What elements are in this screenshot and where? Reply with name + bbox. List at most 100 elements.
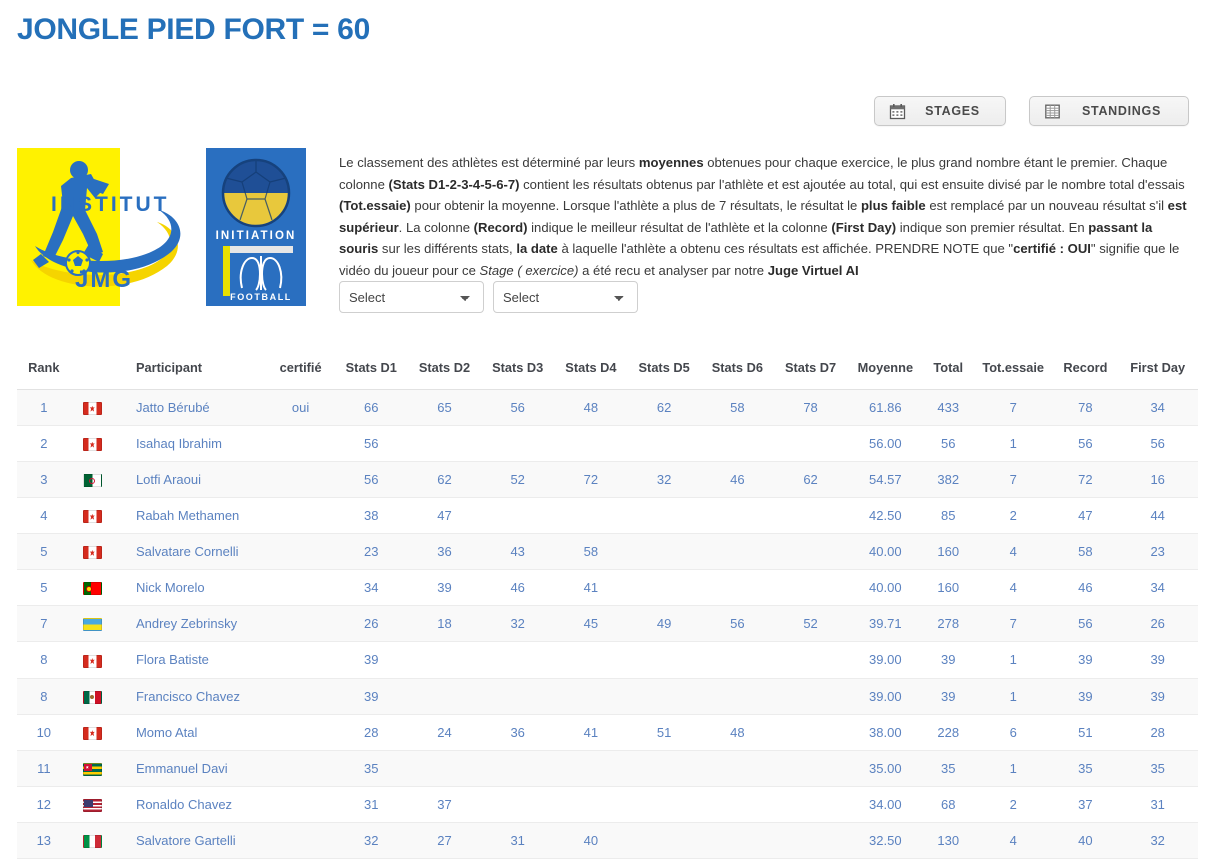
flag-ca-icon xyxy=(82,726,102,740)
col-stats-d4[interactable]: Stats D4 xyxy=(554,352,628,390)
cell-stats-d2: 65 xyxy=(407,389,482,427)
col-tot-essaie[interactable]: Tot.essaie xyxy=(972,352,1054,390)
table-row[interactable]: 8 Francisco Chavez 39 39.00 39 1 39 39 xyxy=(17,678,1198,715)
cell-stats-d2: 39 xyxy=(407,569,482,607)
table-row[interactable]: 13 Salvatore Gartelli 32 27 31 40 32.50 130 4 40 3… xyxy=(17,822,1198,859)
cell-participant[interactable]: Lotfi Araoui xyxy=(113,461,267,499)
svg-text:JMG: JMG xyxy=(75,266,133,293)
cell-stats-d6 xyxy=(700,641,774,679)
cell-moyenne: 56.00 xyxy=(847,425,924,463)
standings-button[interactable]: STANDINGS xyxy=(1029,96,1189,126)
cell-rank: 12 xyxy=(17,786,71,823)
table-row[interactable]: 4 Rabah Methamen 38 47 42.50 85 2 47 44 xyxy=(17,497,1198,535)
col-stats-d6[interactable]: Stats D6 xyxy=(700,352,774,390)
cell-first-day: 32 xyxy=(1117,822,1198,859)
cell-total: 39 xyxy=(923,641,973,679)
cell-stats-d1: 38 xyxy=(334,497,408,535)
cell-moyenne: 32.50 xyxy=(847,822,924,859)
col-stats-d5[interactable]: Stats D5 xyxy=(627,352,701,390)
cell-certifie xyxy=(266,750,335,787)
flag-ca-icon xyxy=(82,438,102,452)
cell-stats-d1: 39 xyxy=(334,641,408,679)
cell-stats-d3 xyxy=(481,497,555,535)
cell-certifie xyxy=(266,569,335,607)
cell-participant[interactable]: Nick Morelo xyxy=(113,569,267,607)
col-certifie[interactable]: certifié xyxy=(266,352,335,390)
table-row[interactable]: 5 Salvatare Cornelli 23 36 43 58 40.00 160 4 58 23 xyxy=(17,533,1198,571)
cell-first-day: 39 xyxy=(1117,641,1198,679)
cell-country-flag xyxy=(70,533,114,571)
cell-participant[interactable]: Jatto Bérubé xyxy=(113,389,267,427)
col-stats-d2[interactable]: Stats D2 xyxy=(407,352,482,390)
col-stats-d3[interactable]: Stats D3 xyxy=(481,352,555,390)
col-record[interactable]: Record xyxy=(1053,352,1118,390)
col-stats-d1[interactable]: Stats D1 xyxy=(334,352,408,390)
cell-country-flag xyxy=(70,786,114,823)
cell-participant[interactable]: Emmanuel Davi xyxy=(113,750,267,787)
cell-stats-d4: 45 xyxy=(554,605,628,643)
flag-pt-icon xyxy=(82,582,102,596)
cell-stats-d6: 48 xyxy=(700,714,774,751)
col-rank[interactable]: Rank xyxy=(17,352,71,390)
table-row[interactable]: 8 Flora Batiste 39 39.00 39 1 39 39 xyxy=(17,641,1198,679)
cell-stats-d5 xyxy=(627,678,701,715)
cell-stats-d3: 43 xyxy=(481,533,555,571)
flag-ca-icon xyxy=(82,510,102,524)
cell-stats-d3 xyxy=(481,641,555,679)
col-participant[interactable]: Participant xyxy=(113,352,267,390)
cell-country-flag xyxy=(70,750,114,787)
cell-participant[interactable]: Flora Batiste xyxy=(113,641,267,679)
cell-first-day: 34 xyxy=(1117,389,1198,427)
cell-stats-d4: 41 xyxy=(554,714,628,751)
col-moyenne[interactable]: Moyenne xyxy=(847,352,924,390)
cell-tot-essaie: 4 xyxy=(972,533,1054,571)
table-row[interactable]: 14Lung Nguyen253932.006423925 xyxy=(17,858,1198,865)
col-total[interactable]: Total xyxy=(923,352,973,390)
cell-participant[interactable]: Lung Nguyen xyxy=(113,858,267,865)
cell-tot-essaie: 2 xyxy=(972,858,1054,865)
desc-t12: a été recu et analyser par notre xyxy=(578,262,768,278)
stage-select[interactable]: Select xyxy=(339,281,484,313)
col-stats-d7[interactable]: Stats D7 xyxy=(773,352,848,390)
cell-stats-d5 xyxy=(627,425,701,463)
table-row[interactable]: 11 Emmanuel Davi 35 35.00 35 1 35 35 xyxy=(17,750,1198,787)
cell-rank: 1 xyxy=(17,389,71,427)
cell-certifie xyxy=(266,497,335,535)
table-row[interactable]: 12 Ronaldo Chavez 31 37 34.00 68 2 37 31 xyxy=(17,786,1198,823)
table-row[interactable]: 7 Andrey Zebrinsky 26 18 32 45 49 56 52 39.71 278 7… xyxy=(17,605,1198,643)
cell-record: 40 xyxy=(1053,822,1118,859)
cell-stats-d1: 26 xyxy=(334,605,408,643)
cell-rank: 13 xyxy=(17,822,71,859)
cell-country-flag xyxy=(70,569,114,607)
desc-t7: indique le meilleur résultat de l'athlèt… xyxy=(527,219,832,235)
flag-dz-icon xyxy=(82,474,102,488)
cell-rank: 3 xyxy=(17,461,71,499)
cell-stats-d4 xyxy=(554,678,628,715)
cell-stats-d2: 37 xyxy=(407,786,482,823)
cell-participant[interactable]: Andrey Zebrinsky xyxy=(113,605,267,643)
category-select[interactable]: Select xyxy=(493,281,638,313)
cell-participant[interactable]: Ronaldo Chavez xyxy=(113,786,267,823)
cell-first-day: 25 xyxy=(1117,858,1198,865)
table-row[interactable]: 5 Nick Morelo 34 39 46 41 40.00 160 4 46 34 xyxy=(17,569,1198,607)
cell-certifie: oui xyxy=(266,389,335,427)
cell-participant[interactable]: Isahaq Ibrahim xyxy=(113,425,267,463)
table-row[interactable]: 3 Lotfi Araoui 56 62 52 72 32 46 62 54.57 382 7 72 16 xyxy=(17,461,1198,499)
table-header-row: Rank Participant certifié Stats D1 Stats… xyxy=(17,352,1198,390)
stages-button[interactable]: STAGES xyxy=(874,96,1006,126)
cell-participant[interactable]: Salvatare Cornelli xyxy=(113,533,267,571)
cell-participant[interactable]: Momo Atal xyxy=(113,714,267,751)
cell-stats-d7 xyxy=(773,858,848,865)
cell-stats-d1: 25 xyxy=(334,858,408,865)
cell-participant[interactable]: Rabah Methamen xyxy=(113,497,267,535)
cell-country-flag xyxy=(70,605,114,643)
table-row[interactable]: 2 Isahaq Ibrahim 56 56.00 56 1 56 56 xyxy=(17,425,1198,463)
table-row[interactable]: 10 Momo Atal 28 24 36 41 51 48 38.00 228 6 51 28 xyxy=(17,714,1198,751)
col-first-day[interactable]: First Day xyxy=(1117,352,1198,390)
cell-moyenne: 35.00 xyxy=(847,750,924,787)
cell-participant[interactable]: Francisco Chavez xyxy=(113,678,267,715)
cell-tot-essaie: 4 xyxy=(972,569,1054,607)
cell-participant[interactable]: Salvatore Gartelli xyxy=(113,822,267,859)
flag-it-icon xyxy=(82,834,102,848)
table-row[interactable]: 1 Jatto Bérubé oui 66 65 56 48 62 58 78 61.86 433 7 7… xyxy=(17,389,1198,427)
